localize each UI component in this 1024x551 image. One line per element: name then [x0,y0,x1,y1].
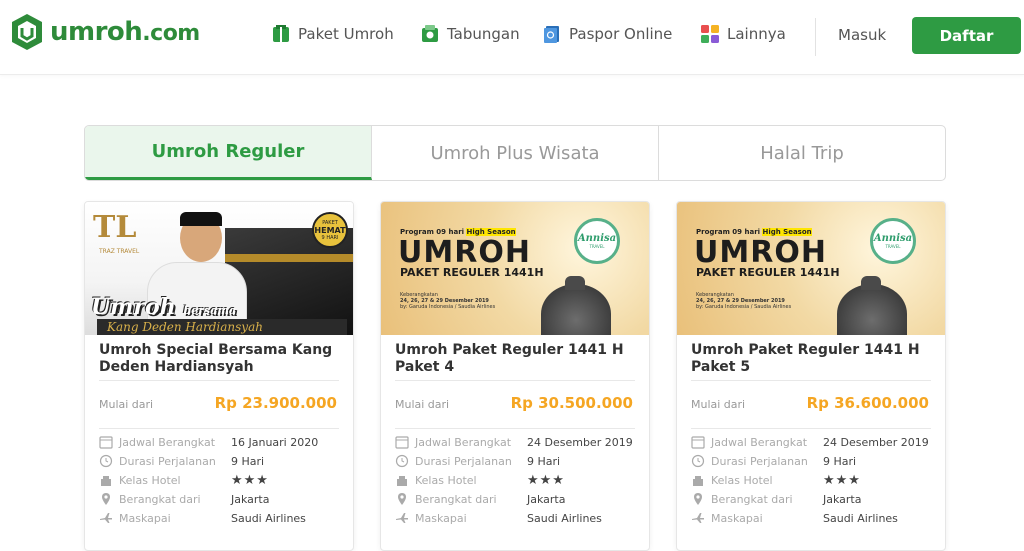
package-card[interactable]: TL TRAZ TRAVEL PAKET HEMAT 9 HARI Umroh … [84,201,354,551]
clock-icon [99,454,113,468]
banner-subline: PAKET REGULER 1441H [400,266,544,279]
divider [691,428,931,429]
clock-icon [395,454,409,468]
agency-logo: Annisa TRAVEL [870,218,916,264]
detail-row-duration: Durasi Perjalanan 9 Hari [691,452,931,470]
hotel-icon [693,476,703,486]
package-card[interactable]: Program 09 hari High Season UMROH PAKET … [676,201,946,551]
hotel-stars: ★★★ [823,472,861,488]
package-banner-image: Program 09 hari High Season UMROH PAKET … [381,202,649,335]
location-pin-icon [694,493,702,505]
brand-logo[interactable]: umroh.com [10,13,200,51]
package-title[interactable]: Umroh Paket Reguler 1441 H Paket 4 [395,342,635,376]
package-price: Rp 30.500.000 [510,394,633,412]
divider [99,428,339,429]
location-pin-icon [398,493,406,505]
package-price: Rp 36.600.000 [806,394,929,412]
package-banner-image: TL TRAZ TRAVEL PAKET HEMAT 9 HARI Umroh … [85,202,353,335]
detail-row-hotel: Kelas Hotel ★★★ [691,471,931,489]
airplane-icon [396,513,408,523]
detail-row-schedule: Jadwal Berangkat 16 Januari 2020 [99,433,339,451]
airplane-icon [692,513,704,523]
tab-halal-trip[interactable]: Halal Trip [659,126,945,180]
package-title[interactable]: Umroh Paket Reguler 1441 H Paket 5 [691,342,931,376]
register-button[interactable]: Daftar [912,17,1021,54]
kaaba-band [225,254,353,262]
nav-paket-umroh[interactable]: Paket Umroh [271,24,394,44]
shield-logo-icon [12,14,42,50]
divider [691,380,931,381]
tab-umroh-plus-wisata[interactable]: Umroh Plus Wisata [372,126,659,180]
nav-lainnya[interactable]: Lainnya [700,24,786,44]
hotel-icon [101,476,111,486]
tab-umroh-reguler[interactable]: Umroh Reguler [85,126,372,180]
nav-paspor-online[interactable]: Paspor Online [542,24,672,44]
banner-subline: PAKET REGULER 1441H [696,266,840,279]
package-card[interactable]: Program 09 hari High Season UMROH PAKET … [380,201,650,551]
detail-row-airline: Maskapai Saudi Airlines [395,509,635,527]
banner-name-strip: Kang Deden Hardiansyah [97,319,347,335]
divider [395,380,635,381]
calendar-icon [691,436,705,449]
detail-row-origin: Berangkat dari Jakarta [395,490,635,508]
agency-logo: Annisa TRAVEL [574,218,620,264]
location-pin-icon [102,493,110,505]
cap-illustration [180,212,222,226]
travel-logo-sub: TRAZ TRAVEL [99,248,140,255]
login-link[interactable]: Masuk [838,26,886,44]
detail-row-hotel: Kelas Hotel ★★★ [99,471,339,489]
package-title[interactable]: Umroh Special Bersama Kang Deden Hardian… [99,342,339,376]
detail-row-schedule: Jadwal Berangkat 24 Desember 2019 [691,433,931,451]
savings-icon [422,25,438,42]
price-label: Mulai dari [691,398,746,411]
divider [99,380,339,381]
detail-row-duration: Durasi Perjalanan 9 Hari [99,452,339,470]
detail-row-airline: Maskapai Saudi Airlines [691,509,931,527]
lantern-top-illustration [861,276,881,290]
package-icon [273,25,289,42]
detail-row-duration: Durasi Perjalanan 9 Hari [395,452,635,470]
nav-tabungan[interactable]: Tabungan [420,24,520,44]
banner-departure: Keberangkatan 24, 26, 27 & 29 Desember 2… [400,292,496,310]
detail-row-schedule: Jadwal Berangkat 24 Desember 2019 [395,433,635,451]
grid-icon [701,25,719,43]
travel-logo: TL [93,210,137,245]
hotel-stars: ★★★ [527,472,565,488]
lantern-illustration [837,284,907,335]
detail-row-hotel: Kelas Hotel ★★★ [395,471,635,489]
detail-row-origin: Berangkat dari Jakarta [691,490,931,508]
brand-name: umroh.com [50,17,200,47]
lantern-illustration [541,284,611,335]
banner-script-title: Umroh bersama [91,294,236,320]
price-label: Mulai dari [395,398,450,411]
clock-icon [691,454,705,468]
nav-divider [815,18,816,56]
hemat-badge: PAKET HEMAT 9 HARI [312,212,348,248]
calendar-icon [99,436,113,449]
banner-headline: UMROH [694,235,827,270]
detail-row-airline: Maskapai Saudi Airlines [99,509,339,527]
lantern-top-illustration [565,276,585,290]
package-banner-image: Program 09 hari High Season UMROH PAKET … [677,202,945,335]
airplane-icon [100,513,112,523]
banner-departure: Keberangkatan 24, 26, 27 & 29 Desember 2… [696,292,792,310]
package-price: Rp 23.900.000 [214,394,337,412]
banner-headline: UMROH [398,235,531,270]
hotel-stars: ★★★ [231,472,269,488]
price-label: Mulai dari [99,398,154,411]
divider [395,428,635,429]
hotel-icon [397,476,407,486]
passport-icon [544,26,559,43]
package-category-tabs: Umroh Reguler Umroh Plus Wisata Halal Tr… [84,125,946,181]
detail-row-origin: Berangkat dari Jakarta [99,490,339,508]
site-header: umroh.com Paket Umroh Tabungan Paspor On… [0,0,1024,75]
calendar-icon [395,436,409,449]
